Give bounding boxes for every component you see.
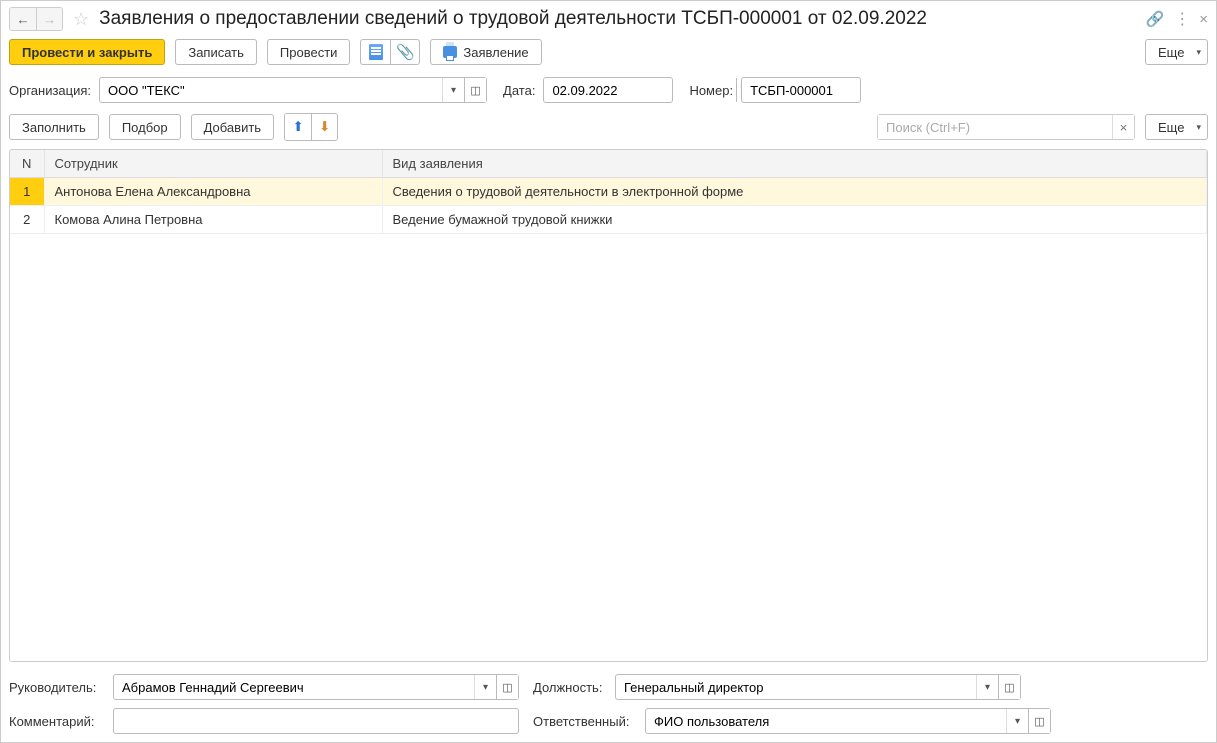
fill-button[interactable]: Заполнить	[9, 114, 99, 140]
arrow-right-icon: →	[43, 12, 56, 27]
form-header-row: Организация: ▾ ◫ Дата: 📅 Номер:	[1, 75, 1216, 113]
paperclip-icon: 📎	[396, 43, 415, 61]
report-icon	[369, 44, 383, 60]
forward-button[interactable]: →	[36, 8, 62, 30]
responsible-field[interactable]: ▾ ◫	[645, 708, 1051, 734]
footer-row-2: Комментарий: Ответственный: ▾ ◫	[9, 708, 1208, 734]
add-button[interactable]: Добавить	[191, 114, 274, 140]
org-dropdown-button[interactable]: ▾	[442, 78, 464, 102]
cell-type: Сведения о трудовой деятельности в элект…	[382, 178, 1207, 206]
org-field[interactable]: ▾ ◫	[99, 77, 487, 103]
col-n-header[interactable]: N	[10, 150, 44, 178]
responsible-label: Ответственный:	[533, 714, 637, 729]
move-down-button[interactable]: ⬇	[311, 114, 337, 140]
kebab-menu-icon[interactable]: ⋮	[1174, 9, 1189, 29]
more-button[interactable]: Еще	[1145, 39, 1208, 65]
col-emp-header[interactable]: Сотрудник	[44, 150, 382, 178]
col-type-header[interactable]: Вид заявления	[382, 150, 1207, 178]
table-toolbar: Заполнить Подбор Добавить ⬆ ⬇ × Еще	[1, 113, 1216, 149]
attachment-button[interactable]: 📎	[390, 39, 420, 65]
responsible-input[interactable]	[646, 709, 1006, 733]
footer: Руководитель: ▾ ◫ Должность: ▾ ◫ Коммент…	[1, 670, 1216, 742]
title-tools: 🔗 ⋮ ×	[1146, 9, 1208, 29]
table-header-row: N Сотрудник Вид заявления	[10, 150, 1207, 178]
move-up-button[interactable]: ⬆	[285, 114, 311, 140]
open-external-icon: ◫	[1004, 681, 1014, 694]
close-icon[interactable]: ×	[1199, 11, 1208, 28]
manager-input[interactable]	[114, 675, 474, 699]
responsible-dropdown-button[interactable]: ▾	[1006, 709, 1028, 733]
titlebar: ← → ☆ Заявления о предоставлении сведени…	[1, 1, 1216, 35]
printer-icon	[443, 46, 457, 58]
org-input[interactable]	[100, 78, 442, 102]
manager-open-button[interactable]: ◫	[496, 675, 518, 699]
table-row[interactable]: 2 Комова Алина Петровна Ведение бумажной…	[10, 206, 1207, 234]
cell-n: 2	[10, 206, 44, 234]
pick-button[interactable]: Подбор	[109, 114, 181, 140]
page-title: Заявления о предоставлении сведений о тр…	[99, 8, 1139, 30]
comment-label: Комментарий:	[9, 714, 105, 729]
nav-buttons: ← →	[9, 7, 63, 31]
comment-input[interactable]	[114, 709, 518, 733]
responsible-open-button[interactable]: ◫	[1028, 709, 1050, 733]
search-clear-button[interactable]: ×	[1112, 115, 1134, 139]
number-field[interactable]	[741, 77, 861, 103]
number-input[interactable]	[742, 78, 934, 102]
cell-type: Ведение бумажной трудовой книжки	[382, 206, 1207, 234]
post-button[interactable]: Провести	[267, 39, 351, 65]
open-external-icon: ◫	[502, 681, 512, 694]
footer-row-1: Руководитель: ▾ ◫ Должность: ▾ ◫	[9, 674, 1208, 700]
manager-dropdown-button[interactable]: ▾	[474, 675, 496, 699]
org-open-button[interactable]: ◫	[464, 78, 486, 102]
arrow-down-icon: ⬇	[319, 119, 330, 135]
back-button[interactable]: ←	[10, 8, 36, 30]
position-input[interactable]	[616, 675, 976, 699]
number-label: Номер:	[689, 83, 733, 98]
cell-n: 1	[10, 178, 44, 206]
search-input[interactable]	[878, 115, 1112, 139]
org-label: Организация:	[9, 83, 91, 98]
post-and-close-button[interactable]: Провести и закрыть	[9, 39, 165, 65]
position-dropdown-button[interactable]: ▾	[976, 675, 998, 699]
table-empty-space	[10, 234, 1207, 661]
table-row[interactable]: 1 Антонова Елена Александровна Сведения …	[10, 178, 1207, 206]
report-button[interactable]	[360, 39, 390, 65]
search-box[interactable]: ×	[877, 114, 1135, 140]
save-button[interactable]: Записать	[175, 39, 257, 65]
date-field[interactable]: 📅	[543, 77, 673, 103]
employee-table: N Сотрудник Вид заявления 1 Антонова Еле…	[9, 149, 1208, 662]
open-external-icon: ◫	[470, 84, 480, 97]
favorite-star-icon[interactable]: ☆	[73, 9, 89, 30]
table-more-button[interactable]: Еще	[1145, 114, 1208, 140]
date-label: Дата:	[503, 83, 535, 98]
position-label: Должность:	[533, 680, 607, 695]
print-application-label: Заявление	[463, 45, 528, 60]
manager-label: Руководитель:	[9, 680, 105, 695]
print-application-button[interactable]: Заявление	[430, 39, 541, 65]
arrow-left-icon: ←	[16, 12, 29, 27]
main-toolbar: Провести и закрыть Записать Провести 📎 З…	[1, 35, 1216, 75]
position-field[interactable]: ▾ ◫	[615, 674, 1021, 700]
move-row-buttons: ⬆ ⬇	[284, 113, 338, 141]
cell-emp: Комова Алина Петровна	[44, 206, 382, 234]
cell-emp: Антонова Елена Александровна	[44, 178, 382, 206]
open-external-icon: ◫	[1034, 715, 1044, 728]
link-icon[interactable]: 🔗	[1146, 10, 1165, 28]
position-open-button[interactable]: ◫	[998, 675, 1020, 699]
manager-field[interactable]: ▾ ◫	[113, 674, 519, 700]
comment-field[interactable]	[113, 708, 519, 734]
arrow-up-icon: ⬆	[292, 119, 303, 135]
